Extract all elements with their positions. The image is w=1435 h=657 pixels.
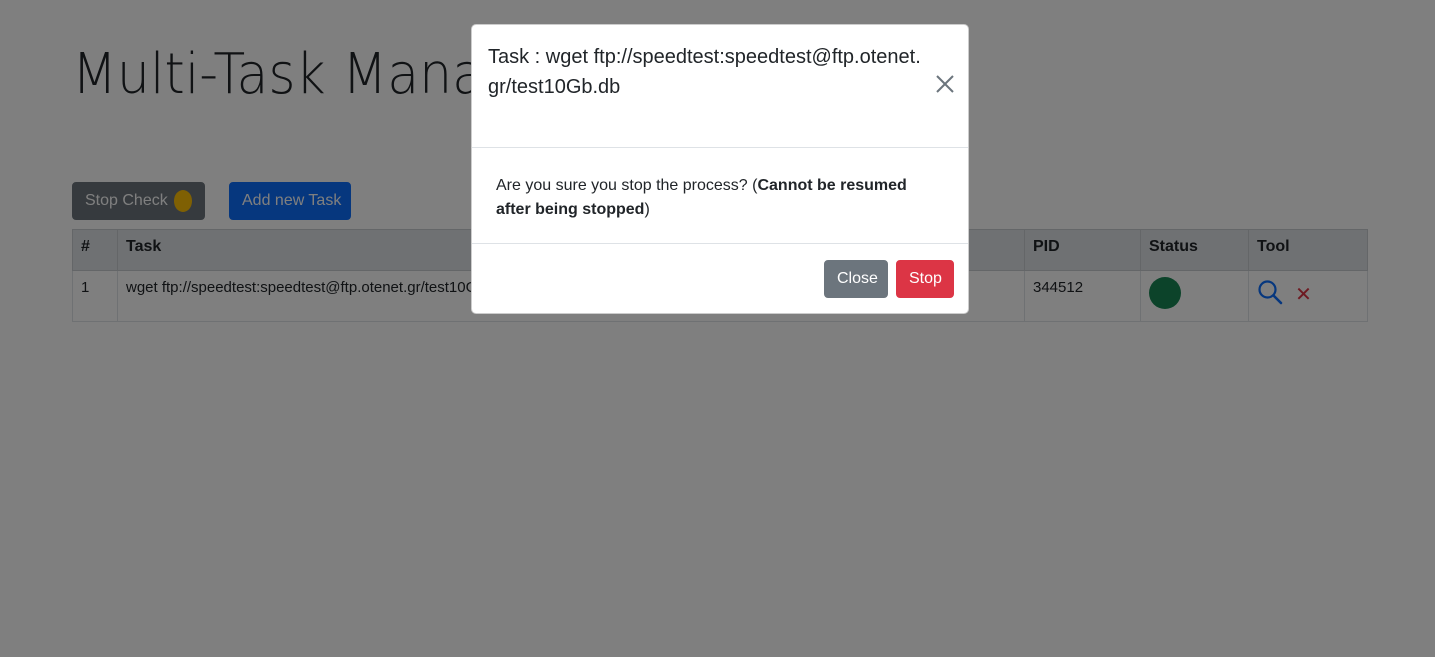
modal-body-text: Are you sure you stop the process? ( xyxy=(496,177,758,194)
close-icon[interactable] xyxy=(934,73,956,95)
modal-footer: Close Stop xyxy=(472,244,968,314)
modal-header: Task : wget ftp://speedtest:speedtest@ft… xyxy=(472,25,968,148)
modal-body-suffix: ) xyxy=(644,201,650,218)
stop-button[interactable]: Stop xyxy=(896,260,954,298)
modal-body: Are you sure you stop the process? (Cann… xyxy=(472,148,968,244)
modal-title: Task : wget ftp://speedtest:speedtest@ft… xyxy=(488,46,921,98)
stop-task-modal: Task : wget ftp://speedtest:speedtest@ft… xyxy=(471,24,969,314)
page: Multi-Task Manager (Tasks) Stop Check Ad… xyxy=(0,0,1435,657)
close-button[interactable]: Close xyxy=(824,260,888,298)
